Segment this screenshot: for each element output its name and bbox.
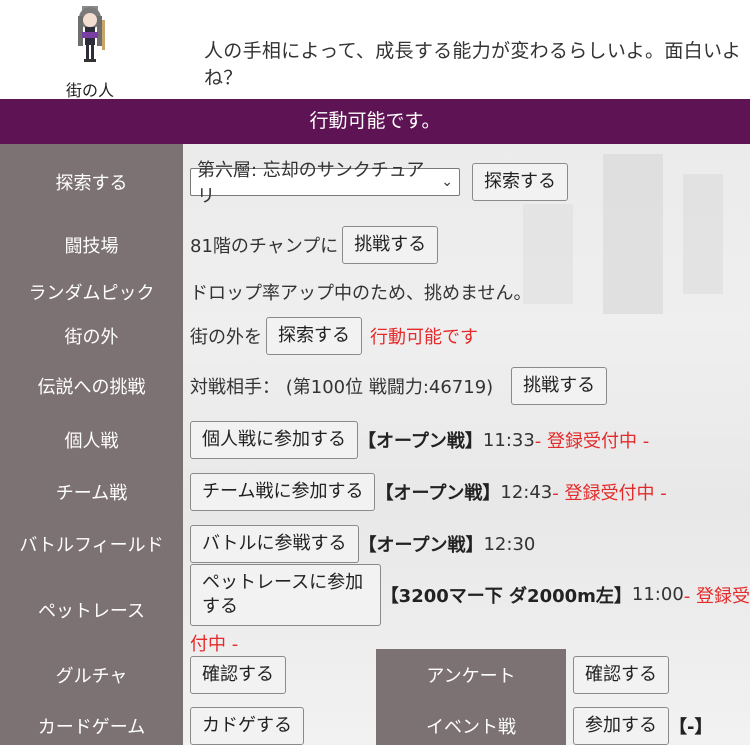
row-card-event: カードゲーム カドゲする イベント戦 参加する 【-】 bbox=[0, 701, 750, 745]
pet-race-time: 11:00 bbox=[631, 584, 684, 605]
row-outside: 街の外 街の外を 探索する 行動可能です bbox=[0, 314, 750, 358]
random-pick-text: ドロップ率アップ中のため、挑めません。 bbox=[190, 283, 532, 304]
legend-label: 伝説への挑戦 bbox=[0, 358, 183, 414]
card-game-button[interactable]: カドゲする bbox=[190, 707, 304, 745]
row-gacha-survey: グルチャ 確認する アンケート 確認する bbox=[0, 649, 750, 701]
battlefield-label: バトルフィールド bbox=[0, 518, 183, 570]
gacha-label: グルチャ bbox=[0, 649, 183, 701]
row-battlefield: バトルフィールド バトルに参戦する 【オープン戦】 12:30 bbox=[0, 518, 750, 570]
pet-race-join-button[interactable]: ペットレースに参加する bbox=[190, 563, 381, 626]
battlefield-join-button[interactable]: バトルに参戦する bbox=[190, 525, 359, 563]
outside-text: 街の外を bbox=[190, 327, 262, 348]
random-pick-label: ランダムピック bbox=[0, 270, 183, 314]
row-legend: 伝説への挑戦 対戦相手： (第100位 戦闘力:46719) 挑戦する bbox=[0, 358, 750, 414]
npc-name: 街の人 bbox=[65, 81, 114, 100]
team-label: チーム戦 bbox=[0, 466, 183, 518]
legend-opponent: 対戦相手： (第100位 戦闘力:46719) bbox=[190, 377, 494, 398]
team-tag: 【オープン戦】 bbox=[375, 483, 501, 504]
card-game-label: カードゲーム bbox=[0, 701, 183, 745]
header: 街の人 人の手相によって、成長する能力が変わるらしいよ。面白いよね？ bbox=[0, 0, 750, 101]
row-team: チーム戦 チーム戦に参加する 【オープン戦】 12:43 - 登録受付中 - bbox=[0, 466, 750, 518]
explore-label: 探索する bbox=[0, 144, 183, 220]
arena-challenge-button[interactable]: 挑戦する bbox=[342, 226, 439, 264]
npc-avatar-icon bbox=[78, 6, 105, 62]
event-battle-tag: 【-】 bbox=[669, 717, 713, 738]
row-pet-race: ペットレース ペットレースに参加する 【3200マー下 ダ2000m左】 11:… bbox=[0, 563, 750, 655]
event-battle-label: イベント戦 bbox=[376, 701, 566, 745]
solo-join-button[interactable]: 個人戦に参加する bbox=[190, 421, 358, 459]
survey-label: アンケート bbox=[376, 649, 566, 701]
dungeon-select-value: 第六層: 忘却のサンクチュアリ bbox=[197, 160, 425, 207]
solo-label: 個人戦 bbox=[0, 414, 183, 466]
gacha-check-button[interactable]: 確認する bbox=[190, 656, 286, 694]
pet-race-status-cont: 付中 - bbox=[190, 633, 239, 655]
team-join-button[interactable]: チーム戦に参加する bbox=[190, 473, 376, 511]
event-battle-join-button[interactable]: 参加する bbox=[573, 707, 669, 745]
explore-button[interactable]: 探索する bbox=[472, 163, 568, 201]
row-random-pick: ランダムピック ドロップ率アップ中のため、挑めません。 bbox=[0, 270, 750, 314]
legend-challenge-button[interactable]: 挑戦する bbox=[511, 367, 608, 405]
arena-text: 81階のチャンプに bbox=[190, 236, 339, 257]
npc: 街の人 bbox=[55, 2, 125, 101]
pet-race-tag: 【3200マー下 ダ2000m左】 bbox=[380, 585, 632, 607]
arena-label: 闘技場 bbox=[0, 220, 183, 270]
pet-race-status: - 登録受 bbox=[683, 585, 750, 607]
row-arena: 闘技場 81階のチャンプに 挑戦する bbox=[0, 220, 750, 270]
dungeon-select[interactable]: 第六層: 忘却のサンクチュアリ ⌄ bbox=[190, 160, 460, 207]
team-time: 12:43 bbox=[500, 481, 553, 503]
battlefield-time: 12:30 bbox=[483, 533, 536, 555]
row-explore: 探索する 第六層: 忘却のサンクチュアリ ⌄ 探索する bbox=[0, 144, 750, 220]
npc-speech: 人の手相によって、成長する能力が変わるらしいよ。面白いよね？ bbox=[204, 40, 742, 89]
action-table: 探索する 第六層: 忘却のサンクチュアリ ⌄ 探索する 闘技場 81階のチャンプ… bbox=[0, 144, 750, 745]
team-status: - 登録受付中 - bbox=[552, 483, 667, 504]
solo-time: 11:33 bbox=[482, 429, 535, 451]
chevron-down-icon: ⌄ bbox=[441, 174, 453, 190]
outside-label: 街の外 bbox=[0, 314, 183, 358]
battlefield-tag: 【オープン戦】 bbox=[358, 535, 484, 556]
pet-race-label: ペットレース bbox=[0, 570, 183, 649]
solo-status: - 登録受付中 - bbox=[534, 431, 650, 452]
action-panel: 探索する 第六層: 忘却のサンクチュアリ ⌄ 探索する 闘技場 81階のチャンプ… bbox=[0, 144, 750, 745]
row-solo: 個人戦 個人戦に参加する 【オープン戦】 11:33 - 登録受付中 - bbox=[0, 414, 750, 466]
solo-tag: 【オープン戦】 bbox=[358, 431, 483, 452]
status-banner: 行動可能です。 bbox=[0, 99, 750, 144]
outside-status: 行動可能です bbox=[370, 327, 478, 348]
survey-check-button[interactable]: 確認する bbox=[573, 656, 669, 694]
outside-explore-button[interactable]: 探索する bbox=[266, 317, 362, 355]
